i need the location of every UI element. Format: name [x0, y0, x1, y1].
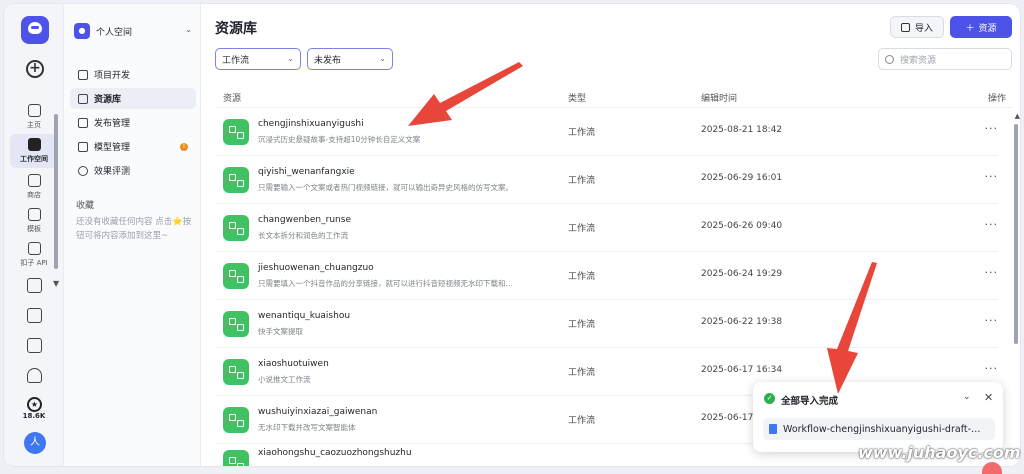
annotation-arrow — [827, 262, 877, 394]
watermark: www.juhaoyc.com — [858, 443, 1021, 462]
annotation-arrow — [408, 62, 523, 126]
annotation-overlay — [408, 62, 877, 394]
